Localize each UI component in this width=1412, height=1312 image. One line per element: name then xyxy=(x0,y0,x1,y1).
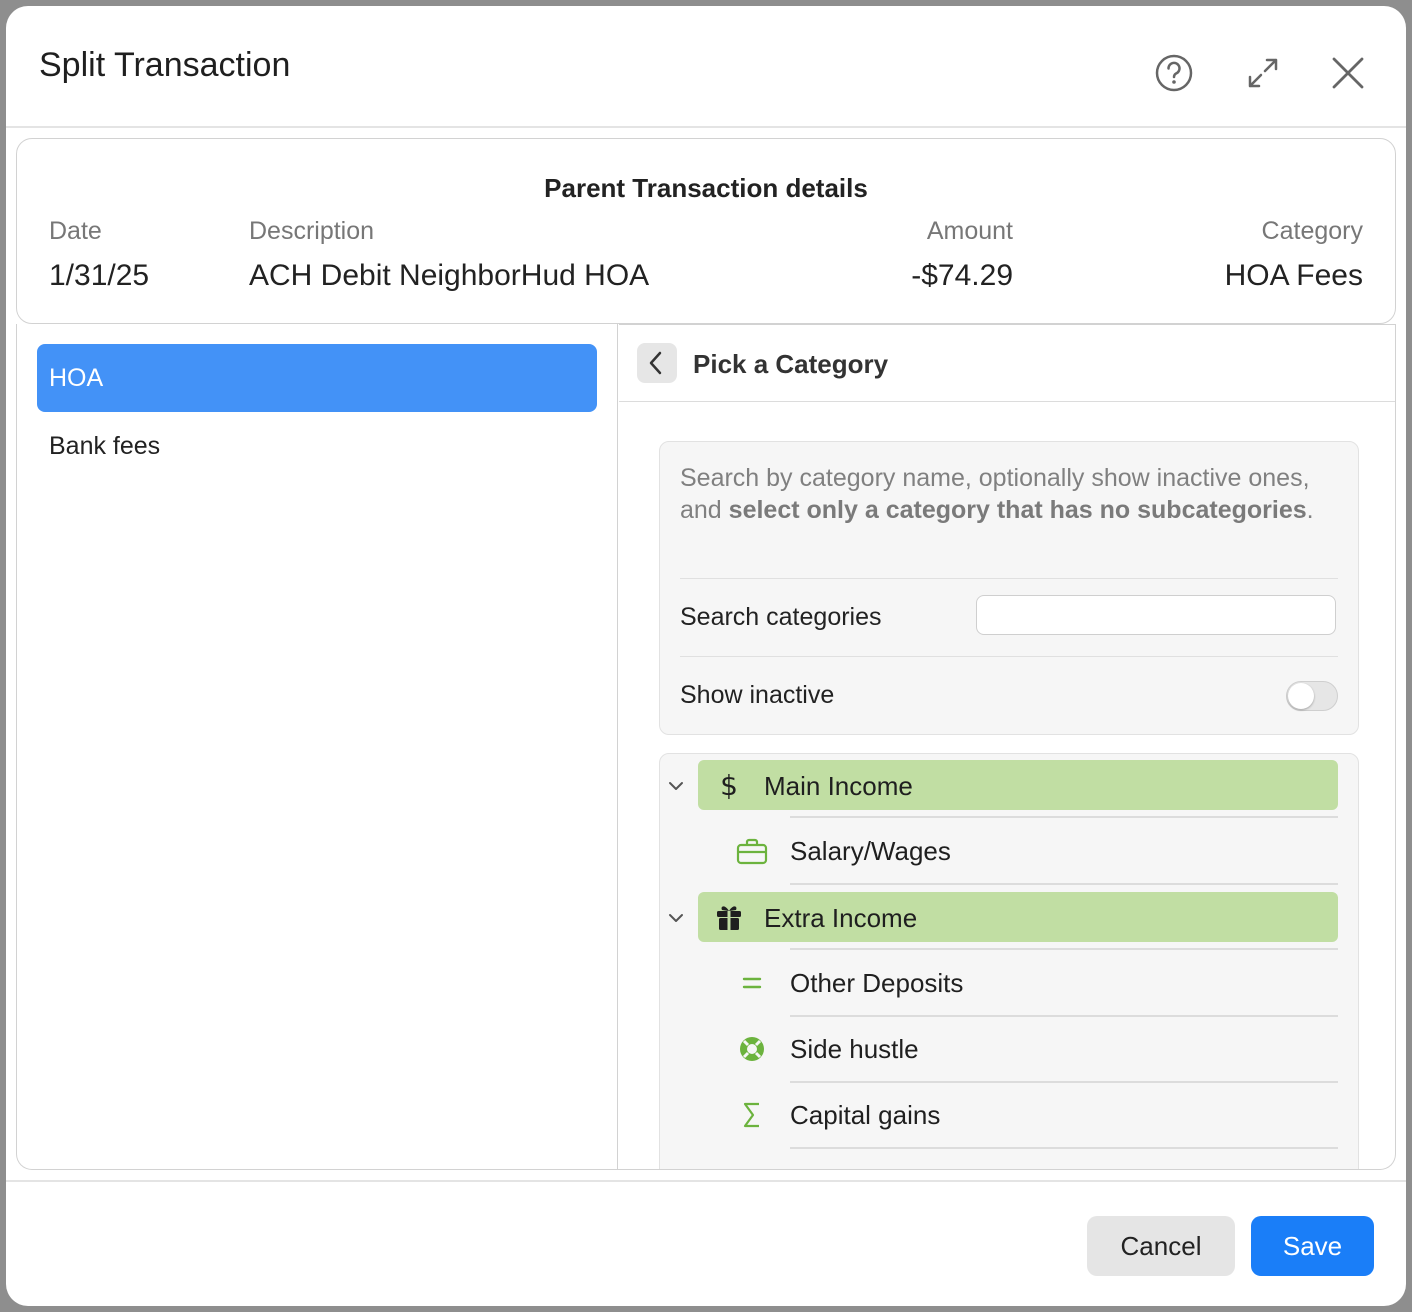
category-item-salary-wages[interactable]: Salary/Wages xyxy=(660,818,1358,884)
description-value: ACH Debit NeighborHud HOA xyxy=(249,259,650,292)
category-label: Salary/Wages xyxy=(790,836,951,866)
category-item-next[interactable] xyxy=(660,1148,1358,1170)
category-icon xyxy=(736,1167,768,1170)
divider xyxy=(790,883,1338,885)
category-item-capital-gains[interactable]: Capital gains xyxy=(660,1082,1358,1148)
category-group-main-income[interactable]: $ Main Income xyxy=(660,760,1358,810)
dialog-title: Split Transaction xyxy=(39,46,291,84)
dollar-icon: $ xyxy=(720,770,738,800)
category-label: Other Deposits xyxy=(790,968,964,998)
search-panel: Search by category name, optionally show… xyxy=(659,441,1359,735)
split-transaction-dialog: Split Transaction Parent Transaction det… xyxy=(6,6,1406,1306)
cancel-button[interactable]: Cancel xyxy=(1087,1216,1235,1276)
dialog-footer: Cancel Save xyxy=(6,1180,1406,1306)
dialog-header: Split Transaction xyxy=(6,6,1406,128)
hint-text-end: . xyxy=(1306,496,1314,524)
category-picker: Pick a Category Search by category name,… xyxy=(619,324,1395,1170)
category-label: Side hustle xyxy=(790,1034,919,1064)
description-label: Description xyxy=(249,217,375,245)
picker-header: Pick a Category xyxy=(619,325,1395,402)
category-label: Category xyxy=(1261,217,1363,245)
save-button[interactable]: Save xyxy=(1251,1216,1374,1276)
chevron-down-icon[interactable] xyxy=(666,908,686,928)
close-button[interactable] xyxy=(1319,44,1377,102)
sigma-icon xyxy=(743,1102,759,1128)
expand-icon xyxy=(1248,58,1278,88)
chevron-down-icon[interactable] xyxy=(666,776,686,796)
picker-title: Pick a Category xyxy=(693,349,889,379)
group-label: Main Income xyxy=(764,771,913,801)
category-label: Capital gains xyxy=(790,1100,941,1130)
category-group-extra-income[interactable]: Extra Income xyxy=(660,892,1358,942)
help-button[interactable] xyxy=(1145,44,1203,102)
back-button[interactable] xyxy=(637,343,677,383)
search-row: Search categories xyxy=(680,578,1338,657)
split-editor: HOA Bank fees Pick a Category Search by … xyxy=(16,324,1396,1170)
category-tree: $ Main Income Salary/Wages Extra Income … xyxy=(659,753,1359,1170)
date-label: Date xyxy=(49,217,102,245)
group-label: Extra Income xyxy=(764,903,918,933)
help-icon xyxy=(1155,54,1193,92)
group-pill: Extra Income xyxy=(698,892,1338,942)
category-item-other-deposits[interactable]: Other Deposits xyxy=(660,950,1358,1016)
search-input[interactable] xyxy=(976,595,1336,635)
show-inactive-toggle[interactable] xyxy=(1286,681,1338,711)
expand-button[interactable] xyxy=(1234,44,1292,102)
briefcase-icon xyxy=(736,838,768,865)
svg-text:$: $ xyxy=(720,770,738,800)
toggle-knob xyxy=(1288,683,1314,709)
parent-transaction-heading: Parent Transaction details xyxy=(544,173,868,203)
amount-label: Amount xyxy=(926,217,1013,245)
equals-icon xyxy=(742,977,762,989)
parent-transaction-card: Parent Transaction details Date 1/31/25 … xyxy=(16,138,1396,324)
hint-text-bold: select only a category that has no subca… xyxy=(728,496,1307,524)
close-icon xyxy=(1332,57,1364,89)
group-pill: $ Main Income xyxy=(698,760,1338,810)
split-list: HOA Bank fees xyxy=(17,324,618,1169)
gift-icon xyxy=(717,906,741,930)
show-inactive-row: Show inactive xyxy=(680,656,1338,735)
chevron-left-icon xyxy=(649,351,662,375)
picker-hint: Search by category name, optionally show… xyxy=(680,462,1330,526)
category-value: HOA Fees xyxy=(1224,259,1363,292)
date-value: 1/31/25 xyxy=(49,259,150,292)
search-label: Search categories xyxy=(680,603,882,631)
category-item-side-hustle[interactable]: Side hustle xyxy=(660,1016,1358,1082)
show-inactive-label: Show inactive xyxy=(680,681,835,709)
split-item-bank-fees[interactable]: Bank fees xyxy=(37,412,597,480)
split-item-hoa[interactable]: HOA xyxy=(37,344,597,412)
lifebuoy-icon xyxy=(740,1037,764,1061)
amount-value: -$74.29 xyxy=(911,259,1013,292)
